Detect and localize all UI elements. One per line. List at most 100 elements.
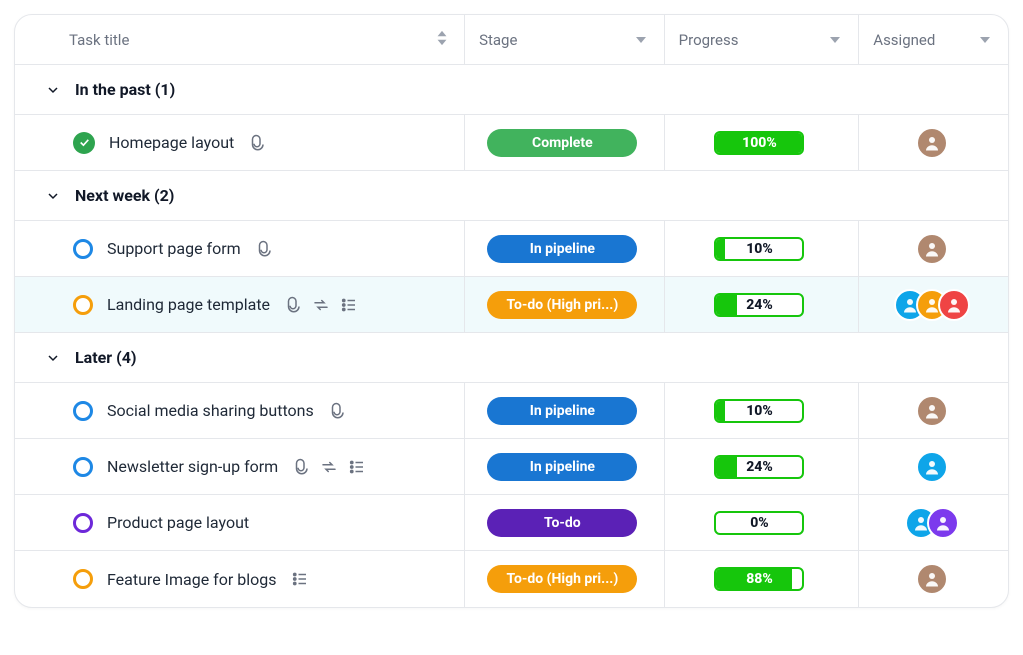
status-circle-icon[interactable] <box>73 457 93 477</box>
task-row[interactable]: Support page form In pipeline 10% <box>15 221 1008 277</box>
avatar[interactable] <box>916 395 948 427</box>
status-circle-icon[interactable] <box>73 401 93 421</box>
task-assigned-cell <box>858 495 1008 550</box>
avatar[interactable] <box>916 127 948 159</box>
group-header[interactable]: In the past (1) <box>15 65 1008 115</box>
task-row[interactable]: Landing page template To-do (High pri...)… <box>15 277 1008 333</box>
task-progress-cell: 88% <box>664 551 859 607</box>
column-header-stage[interactable]: Stage <box>464 15 664 64</box>
task-title-cell: Support page form <box>15 239 464 259</box>
status-circle-icon[interactable] <box>73 295 93 315</box>
progress-bar[interactable]: 10% <box>714 399 804 423</box>
progress-label: 10% <box>716 239 802 259</box>
task-row[interactable]: Homepage layoutComplete100% <box>15 115 1008 171</box>
list-icon[interactable] <box>291 570 309 588</box>
task-meta-icons <box>284 296 358 314</box>
progress-bar[interactable]: 88% <box>714 567 804 591</box>
status-circle-icon[interactable] <box>73 239 93 259</box>
task-stage-cell: To-do <box>464 495 664 550</box>
progress-bar[interactable]: 24% <box>714 455 804 479</box>
stage-pill[interactable]: Complete <box>487 129 637 157</box>
group-label: Later (4) <box>75 348 137 367</box>
column-header-assigned[interactable]: Assigned <box>858 15 1008 64</box>
avatar-stack[interactable] <box>916 233 948 265</box>
avatar-stack[interactable] <box>916 451 948 483</box>
column-header-title-label: Task title <box>69 31 129 49</box>
stage-pill[interactable]: In pipeline <box>487 453 637 481</box>
task-assigned-cell <box>858 551 1008 607</box>
stage-pill[interactable]: In pipeline <box>487 235 637 263</box>
avatar[interactable] <box>916 233 948 265</box>
attachment-icon[interactable] <box>328 402 346 420</box>
chevron-down-icon <box>45 350 61 366</box>
avatar-stack[interactable] <box>916 563 948 595</box>
chevron-down-icon <box>980 37 990 43</box>
task-stage-cell: To-do (High pri...) <box>464 277 664 332</box>
task-meta-icons <box>292 458 366 476</box>
status-done-icon[interactable] <box>73 132 95 154</box>
task-progress-cell: 10% <box>664 383 859 438</box>
avatar-stack[interactable] <box>916 127 948 159</box>
task-assigned-cell <box>858 221 1008 276</box>
task-stage-cell: To-do (High pri...) <box>464 551 664 607</box>
task-title-cell: Product page layout <box>15 513 464 533</box>
task-title-cell: Landing page template <box>15 295 464 315</box>
progress-label: 24% <box>716 295 802 315</box>
progress-bar[interactable]: 100% <box>714 131 804 155</box>
progress-label: 10% <box>716 401 802 421</box>
task-stage-cell: In pipeline <box>464 221 664 276</box>
avatar[interactable] <box>916 451 948 483</box>
task-row[interactable]: Newsletter sign-up form In pipeline 24% <box>15 439 1008 495</box>
sort-icon[interactable] <box>436 30 448 50</box>
chevron-down-icon <box>45 82 61 98</box>
task-title-label: Feature Image for blogs <box>107 570 277 589</box>
task-row[interactable]: Product page layout To-do 0% <box>15 495 1008 551</box>
repeat-icon[interactable] <box>320 458 338 476</box>
list-icon[interactable] <box>348 458 366 476</box>
attachment-icon[interactable] <box>292 458 310 476</box>
column-header-assigned-label: Assigned <box>873 31 935 49</box>
column-header-progress[interactable]: Progress <box>664 15 859 64</box>
attachment-icon[interactable] <box>248 134 266 152</box>
progress-label: 100% <box>716 133 802 153</box>
stage-pill[interactable]: In pipeline <box>487 397 637 425</box>
group-header[interactable]: Later (4) <box>15 333 1008 383</box>
progress-bar[interactable]: 0% <box>714 511 804 535</box>
task-progress-cell: 10% <box>664 221 859 276</box>
task-title-label: Social media sharing buttons <box>107 401 314 420</box>
stage-pill[interactable]: To-do (High pri...) <box>487 291 637 319</box>
task-row[interactable]: Social media sharing buttons In pipeline 1… <box>15 383 1008 439</box>
task-progress-cell: 24% <box>664 439 859 494</box>
task-title-label: Newsletter sign-up form <box>107 457 278 476</box>
attachment-icon[interactable] <box>284 296 302 314</box>
progress-bar[interactable]: 24% <box>714 293 804 317</box>
list-icon[interactable] <box>340 296 358 314</box>
stage-pill[interactable]: To-do <box>487 509 637 537</box>
avatar[interactable] <box>916 563 948 595</box>
status-circle-icon[interactable] <box>73 513 93 533</box>
task-stage-cell: In pipeline <box>464 439 664 494</box>
task-meta-icons <box>248 134 266 152</box>
group-header[interactable]: Next week (2) <box>15 171 1008 221</box>
avatar[interactable] <box>927 507 959 539</box>
chevron-down-icon <box>830 37 840 43</box>
task-assigned-cell <box>858 277 1008 332</box>
stage-pill[interactable]: To-do (High pri...) <box>487 565 637 593</box>
progress-bar[interactable]: 10% <box>714 237 804 261</box>
table-header-row: Task title Stage Progress Assigned <box>15 15 1008 65</box>
column-header-title[interactable]: Task title <box>15 30 464 50</box>
column-header-progress-label: Progress <box>679 31 739 49</box>
task-assigned-cell <box>858 439 1008 494</box>
repeat-icon[interactable] <box>312 296 330 314</box>
avatar-stack[interactable] <box>916 395 948 427</box>
avatar-stack[interactable] <box>905 507 959 539</box>
task-meta-icons <box>255 240 273 258</box>
attachment-icon[interactable] <box>255 240 273 258</box>
task-row[interactable]: Feature Image for blogs To-do (High pri..… <box>15 551 1008 607</box>
task-title-cell: Social media sharing buttons <box>15 401 464 421</box>
progress-label: 0% <box>716 513 802 533</box>
avatar-stack[interactable] <box>894 289 970 321</box>
avatar[interactable] <box>938 289 970 321</box>
task-title-label: Landing page template <box>107 295 270 314</box>
status-circle-icon[interactable] <box>73 569 93 589</box>
